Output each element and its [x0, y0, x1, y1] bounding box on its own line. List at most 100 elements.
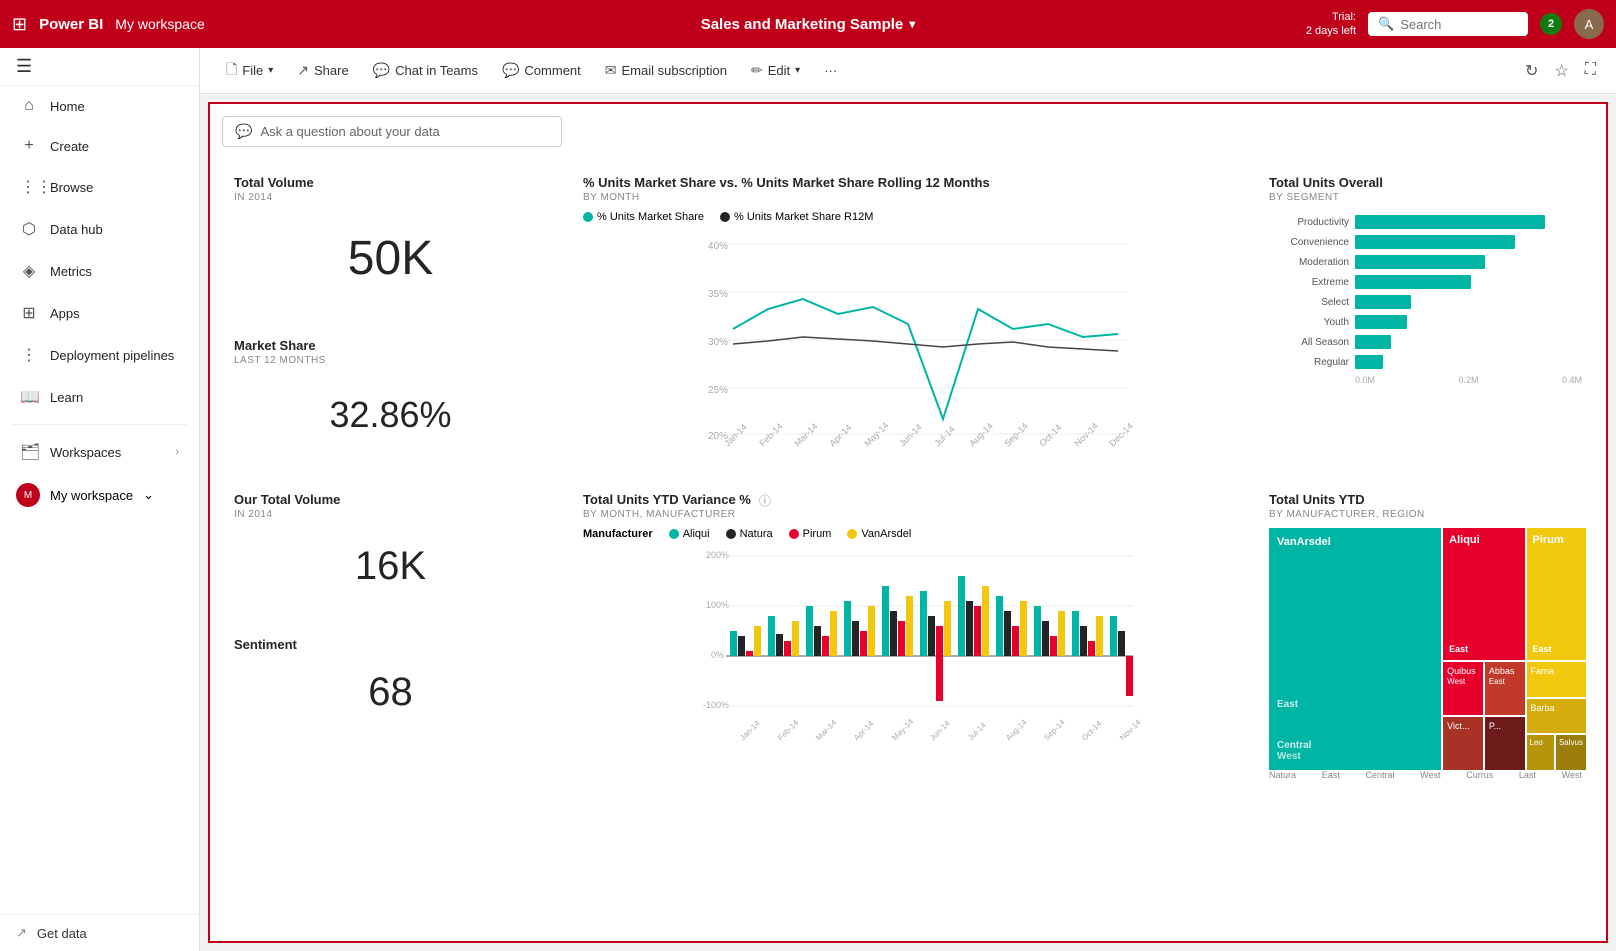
- sidebar-item-my-workspace[interactable]: M My workspace ⌄: [0, 473, 199, 517]
- sidebar-item-browse[interactable]: ⋮⋮ Browse: [4, 167, 195, 207]
- hbar-axis: 0.0M 0.2M 0.4M: [1269, 375, 1582, 385]
- qa-bar[interactable]: 💬 Ask a question about your data: [222, 116, 562, 147]
- tile-market-share[interactable]: Market Share LAST 12 MONTHS 32.86%: [222, 326, 559, 468]
- line-market-share: [733, 299, 1118, 419]
- comment-icon: 💬: [502, 62, 519, 79]
- sidebar-top: ☰: [0, 48, 199, 86]
- notification-badge[interactable]: 2: [1540, 13, 1562, 35]
- hbar-label-convenience: Convenience: [1269, 237, 1349, 248]
- svg-text:Jun-14: Jun-14: [897, 422, 924, 449]
- svg-text:Apr-14: Apr-14: [852, 719, 876, 743]
- more-options-button[interactable]: ···: [814, 58, 847, 83]
- svg-text:Sep-14: Sep-14: [1042, 717, 1067, 742]
- total-units-subtitle: BY SEGMENT: [1269, 192, 1582, 203]
- sidebar-item-workspaces[interactable]: 🗂 Workspaces ›: [4, 432, 195, 472]
- hbar-label-regular: Regular: [1269, 357, 1349, 368]
- treemap-label-last: Last: [1519, 770, 1536, 780]
- chat-in-teams-button[interactable]: 💬 Chat in Teams: [363, 57, 488, 84]
- tile-total-units-overall[interactable]: Total Units Overall BY SEGMENT Productiv…: [1257, 163, 1594, 468]
- market-share-title: Market Share: [234, 338, 547, 353]
- treemap-label-pirum: Pirum: [1533, 534, 1580, 546]
- svg-text:40%: 40%: [708, 241, 728, 252]
- hbar-bar-extreme: [1355, 275, 1471, 289]
- svg-text:Jul-14: Jul-14: [932, 424, 956, 448]
- search-box[interactable]: 🔍: [1368, 12, 1528, 36]
- sidebar-item-pipelines[interactable]: ⋮ Deployment pipelines: [4, 335, 195, 375]
- our-total-volume-value: 16K: [234, 528, 547, 605]
- share-icon: ↗: [297, 62, 309, 79]
- treemap-vanarsdel: VanArsdel East Central West: [1269, 528, 1441, 770]
- our-total-volume-title: Our Total Volume: [234, 492, 547, 507]
- email-subscription-button[interactable]: ✉ Email subscription: [595, 57, 737, 84]
- treemap-aliqui-bottom: QuibusWest AbbasEast Vict... P...: [1443, 662, 1524, 770]
- legend-dot-vanarsdel: [847, 529, 857, 539]
- file-chevron-icon: ▾: [268, 65, 273, 76]
- fullscreen-icon[interactable]: ⛶: [1581, 57, 1600, 85]
- avatar[interactable]: A: [1574, 9, 1604, 39]
- sidebar-item-datahub[interactable]: ⬡ Data hub: [4, 209, 195, 249]
- tile-sentiment[interactable]: Sentiment 68: [222, 625, 559, 743]
- treemap-west-vanarsdel: West: [1277, 751, 1433, 762]
- apps-icon: ⊞: [20, 303, 38, 323]
- vbar-chart-svg: 200% 100% 0% -100%: [583, 546, 1233, 746]
- treemap-vict: Vict...: [1443, 717, 1483, 770]
- svg-text:Aug-14: Aug-14: [967, 421, 995, 449]
- tile-line-chart[interactable]: % Units Market Share vs. % Units Market …: [571, 163, 1245, 468]
- sidebar-item-create[interactable]: + Create: [4, 127, 195, 165]
- sidebar-label-datahub: Data hub: [50, 222, 179, 237]
- svg-text:0%: 0%: [711, 650, 724, 660]
- hbar-label-extreme: Extreme: [1269, 277, 1349, 288]
- sidebar-label-create: Create: [50, 139, 179, 154]
- sidebar-item-get-data[interactable]: ↗ Get data: [0, 915, 199, 951]
- sidebar-item-home[interactable]: ⌂ Home: [4, 87, 195, 125]
- left-tiles: Total Volume IN 2014 50K Market Share LA…: [222, 163, 559, 468]
- hbar-row-moderation: Moderation: [1269, 255, 1582, 269]
- workspace-name[interactable]: My workspace: [115, 16, 204, 32]
- sidebar-label-apps: Apps: [50, 306, 179, 321]
- treemap-leo: Leo: [1527, 735, 1554, 770]
- sidebar-item-metrics[interactable]: ◈ Metrics: [4, 251, 195, 291]
- ytd-variance-info-icon[interactable]: ⓘ: [759, 492, 771, 509]
- app-grid-icon[interactable]: ⊞: [12, 14, 27, 35]
- edit-button[interactable]: ✏ Edit ▾: [741, 57, 810, 84]
- tile-our-total-volume[interactable]: Our Total Volume IN 2014 16K: [222, 480, 559, 617]
- legend-label-aliqui: Aliqui: [683, 528, 710, 540]
- pipelines-icon: ⋮: [20, 345, 38, 365]
- title-chevron-icon[interactable]: ▾: [909, 17, 915, 31]
- favorite-icon[interactable]: ☆: [1550, 57, 1572, 85]
- qa-placeholder: Ask a question about your data: [260, 124, 439, 139]
- main-content: 💬 Ask a question about your data Total V…: [200, 94, 1616, 951]
- file-button[interactable]: 🗋 File ▾: [216, 54, 283, 88]
- share-button[interactable]: ↗ Share: [287, 57, 358, 84]
- svg-text:200%: 200%: [706, 550, 729, 560]
- sentiment-title: Sentiment: [234, 637, 547, 652]
- chat-icon: 💬: [373, 62, 390, 79]
- hbar-row-allseason: All Season: [1269, 335, 1582, 349]
- sidebar-label-my-workspace: My workspace: [50, 488, 133, 503]
- legend-label-2: % Units Market Share R12M: [734, 211, 873, 223]
- svg-text:Sep-14: Sep-14: [1002, 421, 1030, 449]
- edit-icon: ✏: [751, 62, 763, 79]
- search-input[interactable]: [1400, 17, 1518, 32]
- comment-button[interactable]: 💬 Comment: [492, 57, 591, 84]
- hbar-label-productivity: Productivity: [1269, 217, 1349, 228]
- sidebar-item-learn[interactable]: 📖 Learn: [4, 377, 195, 417]
- legend-natura: Natura: [726, 528, 773, 540]
- treemap-salvus: Salvus: [1556, 735, 1586, 770]
- hamburger-icon[interactable]: ☰: [8, 50, 40, 82]
- datahub-icon: ⬡: [20, 219, 38, 239]
- tile-total-volume[interactable]: Total Volume IN 2014 50K: [222, 163, 559, 318]
- search-icon: 🔍: [1378, 16, 1394, 32]
- sidebar-label-get-data: Get data: [37, 926, 87, 941]
- treemap: VanArsdel East Central West Aliqui East …: [1269, 528, 1582, 768]
- sidebar-item-apps[interactable]: ⊞ Apps: [4, 293, 195, 333]
- tile-ytd-variance[interactable]: Total Units YTD Variance % ⓘ BY MONTH, M…: [571, 480, 1245, 792]
- tile-total-units-ytd[interactable]: Total Units YTD BY MANUFACTURER, REGION …: [1257, 480, 1594, 792]
- treemap-label-central: Central: [1365, 770, 1394, 780]
- treemap-abbas: AbbasEast: [1485, 662, 1525, 715]
- total-volume-value: 50K: [234, 211, 547, 306]
- top-grid: Total Volume IN 2014 50K Market Share LA…: [222, 163, 1594, 468]
- refresh-icon[interactable]: ↻: [1521, 57, 1542, 85]
- email-icon: ✉: [605, 62, 617, 79]
- treemap-label-vanarsdel: VanArsdel: [1277, 536, 1433, 548]
